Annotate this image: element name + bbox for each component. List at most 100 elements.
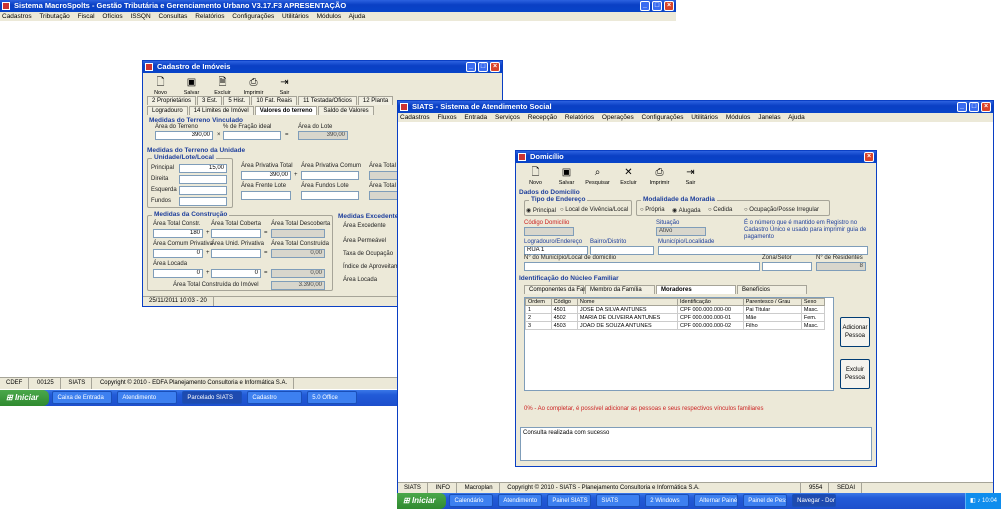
zona-field[interactable] [762, 262, 812, 271]
maximize-button[interactable]: □ [969, 102, 979, 112]
menu-item[interactable]: Cadastros [400, 114, 430, 121]
taskbar-item[interactable]: Cadastro [247, 391, 303, 404]
menu-item[interactable]: Configurações [232, 13, 274, 20]
clock[interactable]: 10:04 [982, 498, 997, 504]
menu-item[interactable]: Módulos [726, 114, 751, 121]
municipio-field[interactable] [658, 246, 868, 255]
tab[interactable]: Componentes da Família [524, 285, 596, 294]
taskbar-item[interactable]: SIATS [596, 494, 641, 507]
bairro-field[interactable] [590, 246, 654, 255]
maximize-button[interactable]: □ [478, 62, 488, 72]
direita-field[interactable] [179, 175, 227, 184]
taskbar-item[interactable]: Calendário [449, 494, 494, 507]
menu-item[interactable]: ISSQN [130, 13, 150, 20]
const4-field[interactable]: 0 [153, 249, 203, 258]
menu-item[interactable]: Entrada [464, 114, 487, 121]
print-button[interactable]: ⎙ Imprimir [644, 165, 675, 191]
menu-item[interactable]: Ajuda [788, 114, 805, 121]
radio-principal[interactable]: ◉ Principal [526, 207, 556, 214]
menu-item[interactable]: Ajuda [349, 13, 366, 20]
taskbar-item[interactable]: Painel de Pessoas [743, 494, 788, 507]
col-header[interactable]: Sexo [800, 298, 826, 306]
menu-item[interactable]: Fiscal [78, 13, 95, 20]
menu-item[interactable]: Utilitários [282, 13, 309, 20]
close-button[interactable]: × [864, 152, 874, 162]
remove-person-button[interactable]: Excluir Pessoa [840, 359, 870, 389]
menu-item[interactable]: Configurações [642, 114, 684, 121]
logradouro-field[interactable]: RUA 1 [524, 246, 588, 255]
col-header[interactable]: Parentesco / Grau [742, 298, 802, 306]
tab[interactable]: 12 Planta [357, 96, 394, 105]
fundos-field[interactable] [179, 197, 227, 206]
radio-ocupacao[interactable]: ○ Ocupação/Posse Irregular [744, 207, 819, 213]
radio-alugada[interactable]: ◉ Alugada [672, 207, 701, 214]
radio-cedida[interactable]: ○ Cedida [708, 207, 732, 213]
taskbar-item[interactable]: Atendimento [117, 391, 178, 404]
menu-item[interactable]: Ofícios [102, 13, 122, 20]
radio-propria[interactable]: ○ Própria [640, 207, 665, 213]
menu-item[interactable]: Consultas [159, 13, 188, 20]
taskbar-item[interactable]: Atendimento [498, 494, 543, 507]
tab[interactable]: 10 Fat. Reais [251, 96, 298, 105]
minimize-button[interactable]: _ [640, 1, 650, 11]
taskbar-item[interactable]: 5.0 Office [307, 391, 358, 404]
area-comum-field[interactable] [301, 171, 359, 180]
const7-field[interactable]: 0 [153, 269, 203, 278]
numero-field[interactable] [524, 262, 760, 271]
minimize-button[interactable]: _ [466, 62, 476, 72]
menu-item[interactable]: Relatórios [195, 13, 224, 20]
table-row[interactable]: 3 4503 JOAO DE SOUZA ANTUNES CPF 000.000… [525, 321, 826, 330]
taskbar-item[interactable]: Navegar - Dom [792, 494, 837, 507]
menu-item[interactable]: Módulos [317, 13, 342, 20]
delete-button[interactable]: ✕ Excluir [613, 165, 644, 191]
tab[interactable]: 3 Est. [197, 96, 223, 105]
taskbar-item[interactable]: Caixa de Entrada [52, 391, 113, 404]
menu-item[interactable]: Relatórios [565, 114, 594, 121]
close-button[interactable]: × [490, 62, 500, 72]
col-header[interactable]: Nome [576, 298, 678, 306]
tab[interactable]: 2 Proprietários [147, 96, 197, 105]
close-button[interactable]: × [981, 102, 991, 112]
area-terreno-field[interactable]: 390,00 [155, 131, 213, 140]
const5-field[interactable] [211, 249, 261, 258]
tab[interactable]: Membro da Família [585, 285, 655, 294]
start-button[interactable]: ⊞ Iniciar [397, 493, 446, 509]
area-fundo-field[interactable] [301, 191, 359, 200]
area-privativa-field[interactable]: 390,00 [241, 171, 291, 180]
close-button[interactable]: × [664, 1, 674, 11]
tab[interactable]: Saldo de Valores [318, 106, 374, 115]
tab[interactable]: 5 Hist. [223, 96, 251, 105]
taskbar-item[interactable]: 2 Windows [645, 494, 690, 507]
col-header[interactable]: Ordem [525, 298, 552, 306]
menu-item[interactable]: Operações [602, 114, 634, 121]
add-person-button[interactable]: Adicionar Pessoa [840, 317, 870, 347]
taskbar-item[interactable]: Alternar Painéis [694, 494, 739, 507]
table-row[interactable]: 2 4502 MARIA DE OLIVEIRA ANTUNES CPF 000… [525, 313, 826, 322]
tab[interactable]: 14 Limites de Imóvel [188, 106, 254, 115]
minimize-button[interactable]: _ [957, 102, 967, 112]
menu-item[interactable]: Tributação [39, 13, 69, 20]
esquerda-field[interactable] [179, 186, 227, 195]
taskbar-item[interactable]: Painel SIATS [547, 494, 592, 507]
const2-field[interactable] [211, 229, 261, 238]
menu-item[interactable]: Fluxos [437, 114, 456, 121]
search-button[interactable]: ⌕ Pesquisar [582, 165, 613, 191]
col-header[interactable]: Código [550, 298, 578, 306]
tab-active[interactable]: Moradores [656, 285, 736, 294]
menu-item[interactable]: Recepção [528, 114, 557, 121]
menu-item[interactable]: Cadastros [2, 13, 32, 20]
taskbar-item[interactable]: Parcelado SIATS [182, 391, 243, 404]
menu-item[interactable]: Serviços [495, 114, 520, 121]
start-button[interactable]: ⊞ Iniciar [0, 390, 49, 406]
perc-fracao-field[interactable] [223, 131, 281, 140]
area-frente-field[interactable] [241, 191, 291, 200]
menu-item[interactable]: Utilitários [691, 114, 718, 121]
table-row[interactable]: 1 4501 JOSE DA SILVA ANTUNES CPF 000.000… [525, 305, 826, 314]
save-button[interactable]: ▣ Salvar [551, 165, 582, 191]
maximize-button[interactable]: □ [652, 1, 662, 11]
menu-item[interactable]: Janelas [758, 114, 780, 121]
const1-field[interactable]: 180 [153, 229, 203, 238]
col-header[interactable]: Identificação [676, 298, 744, 306]
tab[interactable]: Logradouro [147, 106, 188, 115]
new-button[interactable]: 🗋 Novo [520, 165, 551, 191]
